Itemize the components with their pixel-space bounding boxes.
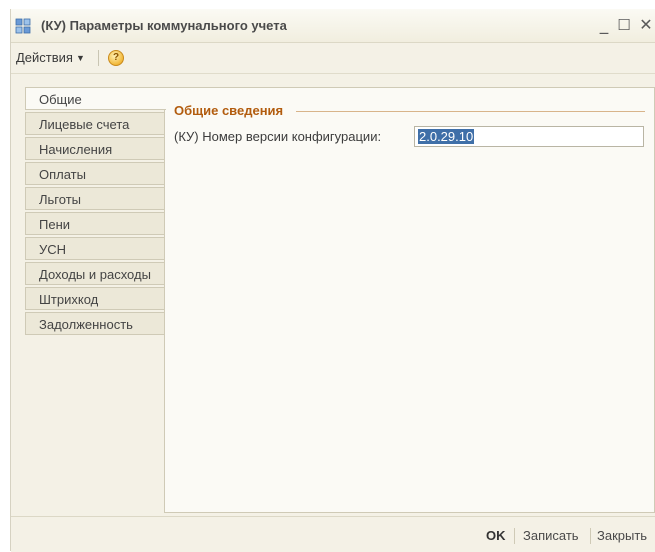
section-divider (296, 111, 645, 112)
tab-usn[interactable]: УСН (25, 237, 165, 260)
footer-separator (590, 528, 591, 544)
tab-benefits[interactable]: Льготы (25, 187, 165, 210)
ok-button[interactable]: OK (486, 528, 506, 543)
tab-payments[interactable]: Оплаты (25, 162, 165, 185)
help-icon[interactable]: ? (108, 50, 124, 66)
section-title: Общие сведения (174, 103, 284, 118)
version-value: 2.0.29.10 (418, 129, 475, 144)
chevron-down-icon: ▼ (75, 53, 85, 63)
version-input[interactable]: 2.0.29.10 (414, 126, 644, 147)
maximize-button[interactable]: ☐ (614, 14, 634, 36)
general-tab-panel: Общие сведения (КУ) Номер версии конфигу… (164, 87, 655, 513)
tab-personal-accounts[interactable]: Лицевые счета (25, 112, 165, 135)
save-button[interactable]: Записать (523, 528, 579, 543)
tab-charges[interactable]: Начисления (25, 137, 165, 160)
app-icon (15, 18, 31, 34)
actions-menu-label: Действия (16, 50, 73, 65)
tab-debt[interactable]: Задолженность (25, 312, 165, 335)
version-label: (КУ) Номер версии конфигурации: (174, 129, 382, 144)
menu-bar: Действия ▼ ? (11, 43, 655, 74)
minimize-button[interactable]: _ (594, 14, 614, 36)
menu-separator (98, 50, 99, 66)
close-window-button[interactable]: ✕ (636, 14, 655, 36)
tab-barcode[interactable]: Штрихкод (25, 287, 165, 310)
tab-penalties[interactable]: Пени (25, 212, 165, 235)
footer-separator (514, 528, 515, 544)
footer-bar: OK Записать Закрыть (11, 516, 655, 552)
tab-list: Общие Лицевые счета Начисления Оплаты Ль… (25, 87, 166, 337)
tab-general[interactable]: Общие (25, 87, 166, 110)
tab-income-expenses[interactable]: Доходы и расходы (25, 262, 165, 285)
close-button[interactable]: Закрыть (597, 528, 647, 543)
title-bar: (КУ) Параметры коммунального учета _ ☐ ✕ (11, 9, 655, 43)
actions-menu[interactable]: Действия ▼ (16, 50, 85, 65)
window-title: (КУ) Параметры коммунального учета (41, 18, 287, 33)
dialog-window: (КУ) Параметры коммунального учета _ ☐ ✕… (10, 9, 655, 552)
